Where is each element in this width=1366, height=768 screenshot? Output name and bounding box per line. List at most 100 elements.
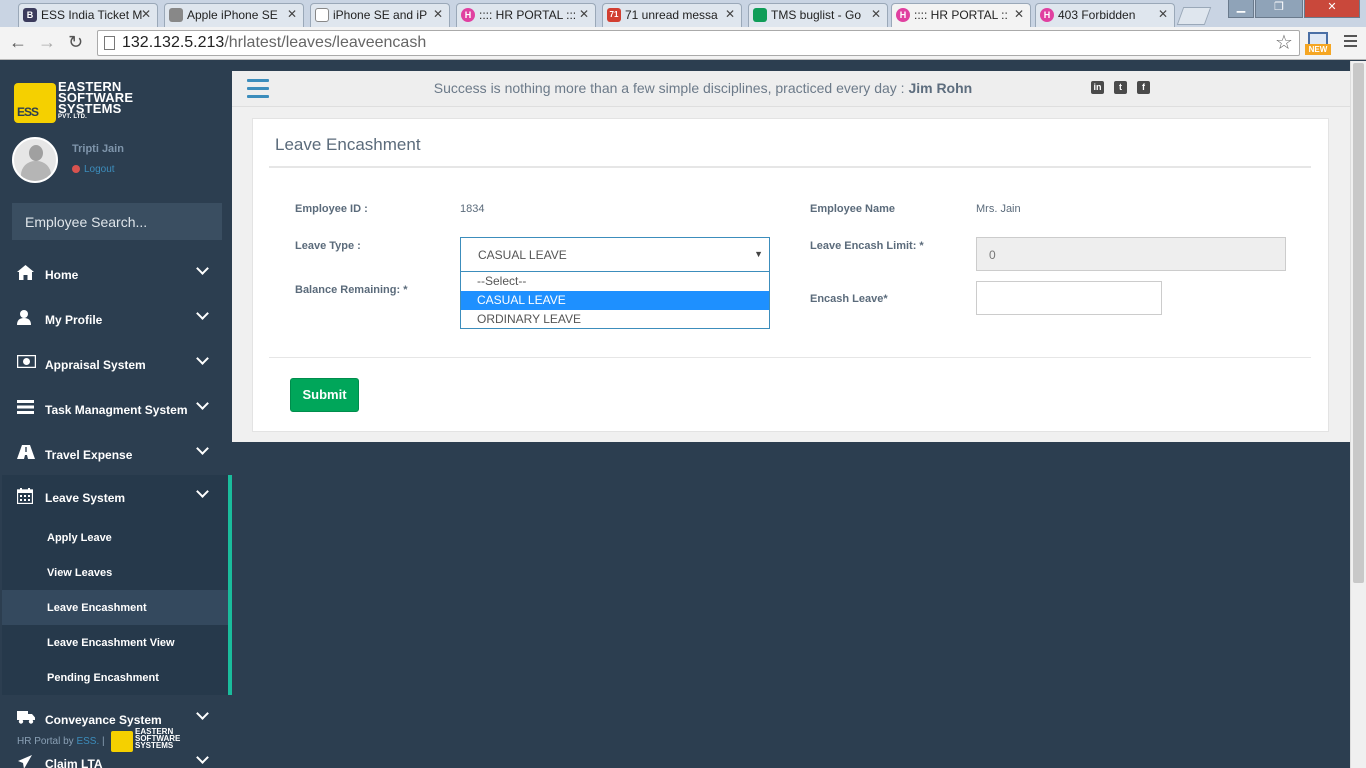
browser-tabstrip: B ESS India Ticket M ✕ Apple iPhone SE ✕… xyxy=(0,0,1366,27)
close-tab-icon[interactable]: ✕ xyxy=(1014,7,1024,21)
encash-leave-input[interactable] xyxy=(976,281,1162,315)
sidebar-item-label: Travel Expense xyxy=(45,448,133,462)
browser-tab[interactable]: H 403 Forbidden ✕ xyxy=(1035,3,1175,27)
sidebar-item-my-profile[interactable]: My Profile xyxy=(2,297,232,342)
tab-favicon-icon: H xyxy=(461,8,475,22)
ess-link[interactable]: ESS. xyxy=(76,736,99,747)
leave-type-option[interactable]: --Select-- xyxy=(461,272,769,291)
back-icon[interactable]: ← xyxy=(9,32,27,53)
logo-text: EASTERN SOFTWARE SYSTEMS PVT. LTD. xyxy=(58,79,134,120)
tab-favicon-icon xyxy=(753,8,767,22)
reload-icon[interactable]: ↻ xyxy=(68,32,83,53)
tab-title: ESS India Ticket M xyxy=(41,8,143,22)
sidebar-item-task-management[interactable]: Task Managment System xyxy=(2,387,232,432)
sidebar-item-label: Leave System xyxy=(45,491,126,505)
scrollbar-thumb[interactable] xyxy=(1353,63,1364,583)
tab-title: 71 unread messa xyxy=(625,8,718,22)
minimize-button[interactable]: ▁ xyxy=(1228,0,1254,18)
browser-tab[interactable]: H :::: HR PORTAL ::: ✕ xyxy=(456,3,596,27)
list-icon xyxy=(17,400,35,416)
leave-type-option[interactable]: ORDINARY LEAVE xyxy=(461,310,769,329)
chevron-down-icon xyxy=(196,352,209,365)
sidebar-item-appraisal[interactable]: Appraisal System xyxy=(2,342,232,387)
sidebar-item-label: Appraisal System xyxy=(45,358,146,372)
sidebar-subitem-pending-encashment[interactable]: Pending Encashment xyxy=(2,660,228,695)
new-tab-button[interactable] xyxy=(1176,7,1212,25)
sidebar-subitem-label: View Leaves xyxy=(47,567,113,579)
sidebar-item-label: Conveyance System xyxy=(45,713,162,727)
chevron-down-icon xyxy=(196,262,209,275)
browser-tab-active[interactable]: H :::: HR PORTAL :: ✕ xyxy=(891,3,1031,27)
truck-icon xyxy=(17,710,35,726)
address-bar[interactable]: 132.132.5.213/hrlatest/leaves/leaveencas… xyxy=(97,30,1300,56)
sidebar-item-home[interactable]: Home xyxy=(2,252,232,297)
sidebar-item-leave-system[interactable]: Leave System xyxy=(2,475,232,520)
forward-icon[interactable]: → xyxy=(38,32,56,53)
money-icon xyxy=(16,354,37,371)
balance-remaining-label: Balance Remaining: * xyxy=(295,284,408,296)
sidebar-subitem-apply-leave[interactable]: Apply Leave xyxy=(2,520,228,555)
maximize-button[interactable]: ❐ xyxy=(1255,0,1303,18)
chevron-down-icon xyxy=(196,307,209,320)
extension-badge: NEW xyxy=(1305,44,1331,55)
close-tab-icon[interactable]: ✕ xyxy=(871,7,881,21)
employee-search-input[interactable] xyxy=(12,203,222,240)
company-logo[interactable]: ESS EASTERN SOFTWARE SYSTEMS PVT. LTD. xyxy=(14,79,164,127)
sidebar-item-travel-expense[interactable]: Travel Expense xyxy=(2,432,232,477)
status-dot-icon xyxy=(72,165,80,173)
url-path: /hrlatest/leaves/leaveencash xyxy=(224,34,427,51)
leave-type-option-selected[interactable]: CASUAL LEAVE xyxy=(461,291,769,310)
page-scrollbar[interactable] xyxy=(1350,61,1366,768)
employee-id-label: Employee ID : xyxy=(295,203,368,215)
leave-type-selected-value: CASUAL LEAVE xyxy=(478,248,567,262)
browser-toolbar: ← → ↻ 132.132.5.213/hrlatest/leaves/leav… xyxy=(0,27,1366,60)
logout-link[interactable]: Logout xyxy=(72,164,115,175)
employee-name-label: Employee Name xyxy=(810,203,895,215)
encash-limit-field: 0 xyxy=(976,237,1286,271)
encash-limit-label: Leave Encash Limit: * xyxy=(810,240,924,252)
home-icon xyxy=(17,265,35,281)
footer-logo: EASTERN SOFTWARE SYSTEMS xyxy=(111,728,195,752)
browser-menu-icon[interactable] xyxy=(1344,35,1357,50)
plane-icon xyxy=(17,754,35,768)
submit-button[interactable]: Submit xyxy=(290,378,359,412)
browser-tab[interactable]: 71 71 unread messa ✕ xyxy=(602,3,742,27)
avatar xyxy=(12,137,58,183)
twitter-icon[interactable]: t xyxy=(1114,81,1127,94)
extension-icon[interactable]: NEW xyxy=(1305,32,1331,56)
sidebar-subitem-leave-encashment-view[interactable]: Leave Encashment View xyxy=(2,625,228,660)
close-tab-icon[interactable]: ✕ xyxy=(579,7,589,21)
tab-title: :::: HR PORTAL :: xyxy=(914,8,1008,22)
sidebar-subitem-view-leaves[interactable]: View Leaves xyxy=(2,555,228,590)
logo-mark: ESS xyxy=(14,83,56,123)
close-tab-icon[interactable]: ✕ xyxy=(433,7,443,21)
divider xyxy=(269,357,1311,358)
browser-tab[interactable]: TMS buglist - Go ✕ xyxy=(748,3,888,27)
browser-tab[interactable]: Apple iPhone SE ✕ xyxy=(164,3,304,27)
close-window-button[interactable]: ✕ xyxy=(1304,0,1360,18)
sidebar-subitem-label: Apply Leave xyxy=(47,532,112,544)
sidebar-subitem-leave-encashment[interactable]: Leave Encashment xyxy=(2,590,228,625)
chevron-down-icon xyxy=(196,397,209,410)
close-tab-icon[interactable]: ✕ xyxy=(141,7,151,21)
linkedin-icon[interactable]: in xyxy=(1091,81,1104,94)
leave-type-select[interactable]: CASUAL LEAVE ▼ xyxy=(460,237,770,272)
quote-author: Jim Rohn xyxy=(908,80,973,96)
sidebar-item-label: Home xyxy=(45,268,79,282)
sidebar-item-label: Task Managment System xyxy=(45,403,188,417)
divider xyxy=(269,166,1311,168)
close-tab-icon[interactable]: ✕ xyxy=(725,7,735,21)
tab-title: Apple iPhone SE xyxy=(187,8,278,22)
facebook-icon[interactable]: f xyxy=(1137,81,1150,94)
sidebar-subitem-label: Leave Encashment View xyxy=(47,637,175,649)
user-icon xyxy=(17,310,35,326)
browser-tab[interactable]: B ESS India Ticket M ✕ xyxy=(18,3,158,27)
active-section-indicator xyxy=(228,475,232,695)
road-icon xyxy=(17,445,35,461)
dropdown-arrow-icon: ▼ xyxy=(754,249,763,259)
browser-tab[interactable]: iPhone SE and iP ✕ xyxy=(310,3,450,27)
bookmark-star-icon[interactable]: ☆ xyxy=(1275,30,1293,55)
close-tab-icon[interactable]: ✕ xyxy=(287,7,297,21)
sidebar-item-label: My Profile xyxy=(45,313,103,327)
close-tab-icon[interactable]: ✕ xyxy=(1158,7,1168,21)
